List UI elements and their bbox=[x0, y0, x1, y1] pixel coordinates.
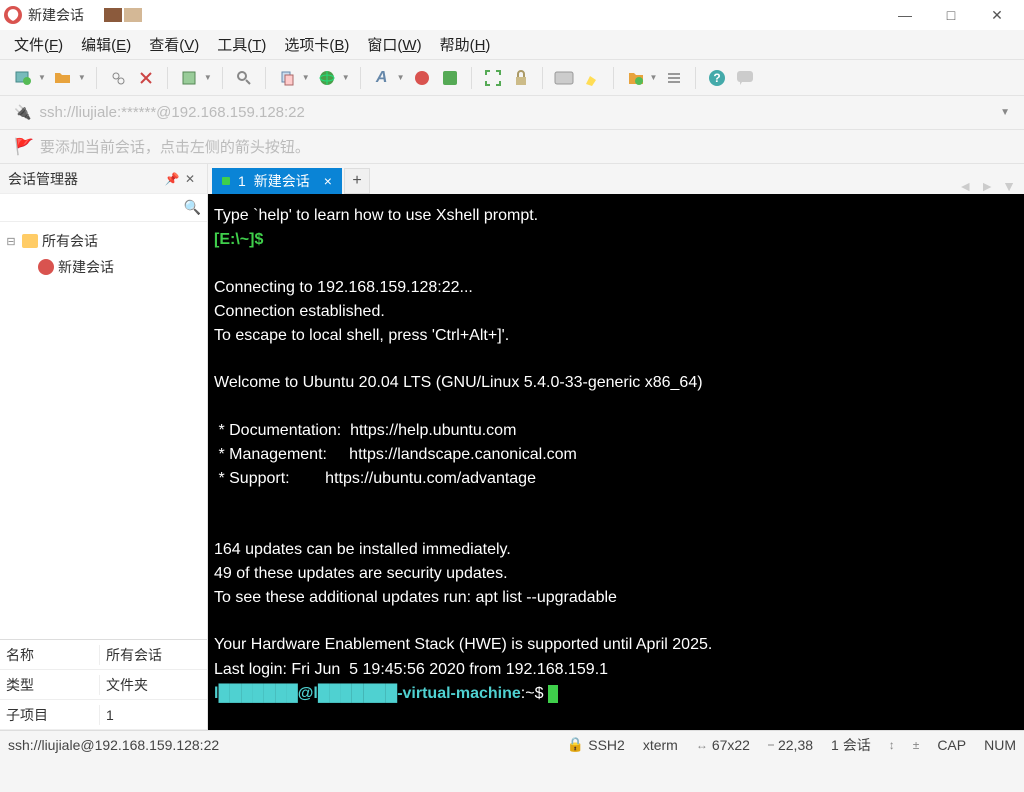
tab-next-icon[interactable]: ► bbox=[980, 178, 994, 194]
address-dropdown-icon[interactable]: ▼ bbox=[1000, 107, 1010, 118]
font-icon[interactable]: A bbox=[371, 67, 393, 89]
tab-list-icon[interactable]: ▼ bbox=[1002, 178, 1016, 194]
minimize-button[interactable]: — bbox=[882, 0, 928, 30]
cursor-pos-icon: ⎯ bbox=[768, 737, 774, 752]
panel-title: 会话管理器 bbox=[8, 169, 163, 189]
maximize-button[interactable]: □ bbox=[928, 0, 974, 30]
session-icon bbox=[38, 259, 54, 275]
window-title: 新建会话 bbox=[28, 5, 84, 25]
tab-prev-icon[interactable]: ◄ bbox=[958, 178, 972, 194]
tab-number: 1 bbox=[238, 173, 246, 189]
collapse-icon[interactable]: ⊟ bbox=[4, 235, 18, 248]
properties-grid: 名称所有会话 类型文件夹 子项目1 bbox=[0, 639, 207, 730]
tree-item-label: 新建会话 bbox=[58, 257, 114, 277]
tab-nav: ◄ ► ▼ bbox=[958, 178, 1016, 194]
lock-status-icon: 🔒 bbox=[567, 736, 584, 753]
session-manager-panel: 会话管理器 📌 ✕ 🔍 ⊟ 所有会话 新建会话 名称所有会话 类型文件夹 子项目… bbox=[0, 164, 208, 730]
title-bar: 新建会话 — □ ✕ bbox=[0, 0, 1024, 30]
xftp-icon[interactable] bbox=[439, 67, 461, 89]
status-session-count: 1 会话 bbox=[831, 735, 871, 755]
connected-dot-icon bbox=[222, 177, 230, 185]
status-caps: CAP bbox=[937, 737, 966, 753]
keyboard-icon[interactable] bbox=[553, 67, 575, 89]
help-icon[interactable]: ? bbox=[706, 67, 728, 89]
status-size: 67x22 bbox=[712, 737, 750, 753]
menu-file[interactable]: 文件(F) bbox=[14, 34, 63, 55]
hint-text: 要添加当前会话，点击左侧的箭头按钮。 bbox=[40, 136, 310, 157]
new-session-icon[interactable] bbox=[12, 67, 34, 89]
tab-add-button[interactable]: + bbox=[344, 168, 370, 194]
terminal[interactable]: Type `help' to learn how to use Xshell p… bbox=[208, 194, 1024, 730]
app-icon bbox=[4, 6, 22, 24]
plusminus-icon: ± bbox=[913, 738, 920, 752]
content-area: 1 新建会话 × + ◄ ► ▼ Type `help' to learn ho… bbox=[208, 164, 1024, 730]
lock-icon[interactable] bbox=[510, 67, 532, 89]
menu-window[interactable]: 窗口(W) bbox=[367, 34, 421, 55]
pin-icon[interactable]: 📌 bbox=[163, 172, 181, 186]
close-button[interactable]: ✕ bbox=[974, 0, 1020, 30]
session-tab-bar: 1 新建会话 × + ◄ ► ▼ bbox=[208, 164, 1024, 194]
prop-row: 子项目1 bbox=[0, 700, 207, 730]
menu-view[interactable]: 查看(V) bbox=[149, 34, 199, 55]
tab-close-icon[interactable]: × bbox=[324, 173, 332, 189]
session-search[interactable]: 🔍 bbox=[0, 194, 207, 222]
menu-tools[interactable]: 工具(T) bbox=[217, 34, 266, 55]
tree-root[interactable]: ⊟ 所有会话 bbox=[4, 228, 203, 254]
globe-icon[interactable] bbox=[316, 67, 338, 89]
status-num: NUM bbox=[984, 737, 1016, 753]
reconnect-icon[interactable] bbox=[107, 67, 129, 89]
chat-icon[interactable] bbox=[734, 67, 756, 89]
status-term-type: xterm bbox=[643, 737, 678, 753]
tree-item-session[interactable]: 新建会话 bbox=[4, 254, 203, 280]
copy-icon[interactable] bbox=[276, 67, 298, 89]
open-folder-icon[interactable] bbox=[52, 67, 74, 89]
tree-root-label: 所有会话 bbox=[42, 231, 98, 251]
highlight-icon[interactable] bbox=[581, 67, 603, 89]
cursor bbox=[548, 685, 558, 703]
flag-icon: 🚩 bbox=[14, 137, 34, 157]
plug-icon: 🔌 bbox=[14, 104, 31, 121]
disconnect-icon[interactable] bbox=[135, 67, 157, 89]
prop-row: 名称所有会话 bbox=[0, 640, 207, 670]
session-tree: ⊟ 所有会话 新建会话 bbox=[0, 222, 207, 639]
fullscreen-icon[interactable] bbox=[482, 67, 504, 89]
status-connection: ssh://liujiale@192.168.159.128:22 bbox=[8, 737, 219, 753]
search-icon[interactable] bbox=[233, 67, 255, 89]
tab-label: 新建会话 bbox=[254, 171, 310, 191]
menu-edit[interactable]: 编辑(E) bbox=[81, 34, 131, 55]
tab-session-1[interactable]: 1 新建会话 × bbox=[212, 168, 342, 194]
new-file-icon[interactable] bbox=[624, 67, 646, 89]
hint-bar: 🚩 要添加当前会话，点击左侧的箭头按钮。 bbox=[0, 130, 1024, 164]
search-icon[interactable]: 🔍 bbox=[184, 199, 201, 216]
menu-tabs[interactable]: 选项卡(B) bbox=[284, 34, 349, 55]
title-tab-strip bbox=[104, 8, 142, 22]
folder-icon bbox=[22, 234, 38, 248]
properties-icon[interactable] bbox=[178, 67, 200, 89]
prop-row: 类型文件夹 bbox=[0, 670, 207, 700]
menu-help[interactable]: 帮助(H) bbox=[440, 34, 491, 55]
panel-header: 会话管理器 📌 ✕ bbox=[0, 164, 207, 194]
status-protocol: SSH2 bbox=[588, 737, 625, 753]
svg-text:?: ? bbox=[714, 71, 721, 85]
toolbar: ▼ ▼ ▼ ▼ ▼ A▼ ▼ ? bbox=[0, 60, 1024, 96]
main-area: 会话管理器 📌 ✕ 🔍 ⊟ 所有会话 新建会话 名称所有会话 类型文件夹 子项目… bbox=[0, 164, 1024, 730]
status-cursor-pos: 22,38 bbox=[778, 737, 813, 753]
status-bar: ssh://liujiale@192.168.159.128:22 🔒SSH2 … bbox=[0, 730, 1024, 758]
size-icon: ↔ bbox=[696, 738, 708, 752]
list-icon[interactable] bbox=[663, 67, 685, 89]
xshell-icon[interactable] bbox=[411, 67, 433, 89]
panel-close-icon[interactable]: ✕ bbox=[181, 172, 199, 186]
address-bar[interactable]: 🔌 ssh://liujiale:******@192.168.159.128:… bbox=[0, 96, 1024, 130]
updown-icon: ↕ bbox=[889, 738, 895, 752]
search-input[interactable] bbox=[6, 200, 184, 215]
address-text: ssh://liujiale:******@192.168.159.128:22 bbox=[39, 104, 1000, 121]
menu-bar: 文件(F) 编辑(E) 查看(V) 工具(T) 选项卡(B) 窗口(W) 帮助(… bbox=[0, 30, 1024, 60]
